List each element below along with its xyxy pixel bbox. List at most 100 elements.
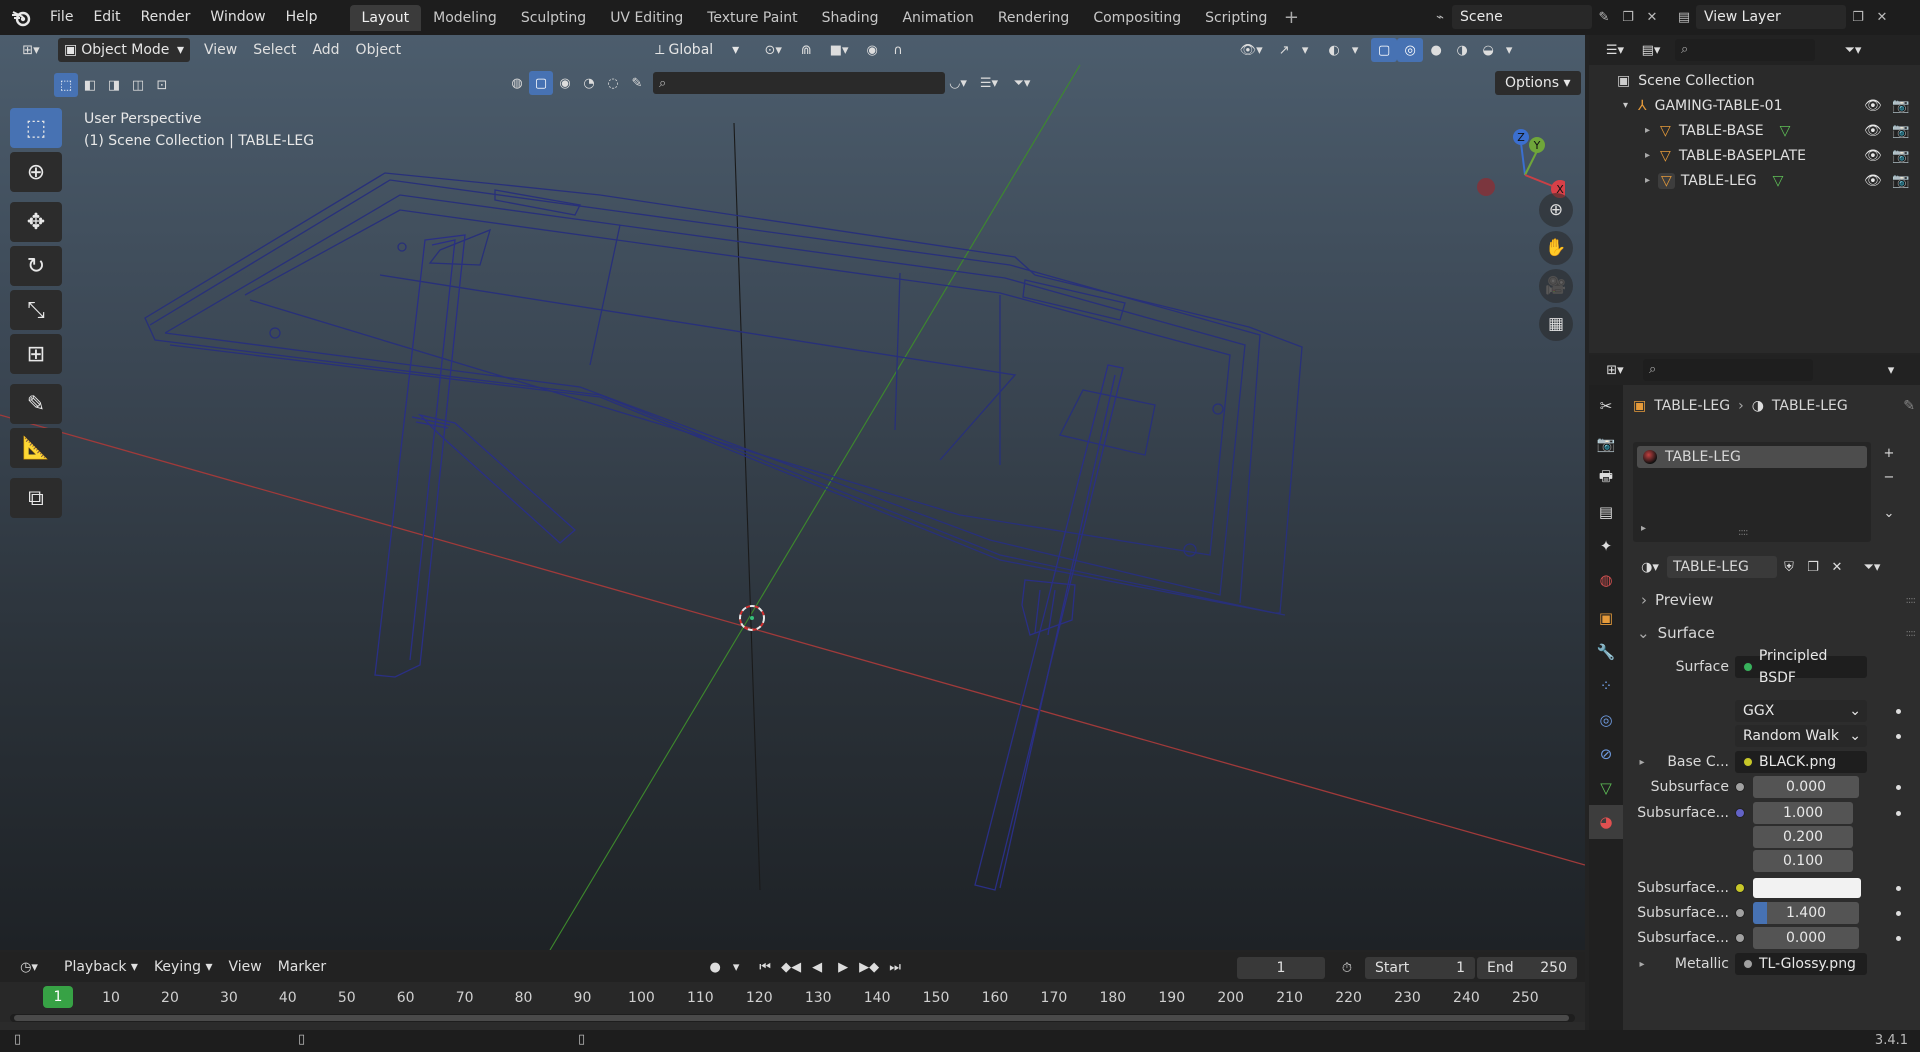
vector-socket-icon[interactable] bbox=[1735, 808, 1745, 818]
object-mode-dropdown[interactable]: ▣ Object Mode ▾ bbox=[58, 38, 190, 62]
outliner-row-table-leg[interactable]: ▸ ▽ TABLE-LEG ▽ 👁 📷 bbox=[1589, 168, 1920, 193]
expand-arrow-icon[interactable]: ▸ bbox=[1633, 757, 1651, 768]
fake-user-icon[interactable]: ⛨ bbox=[1777, 555, 1801, 579]
properties-options-icon[interactable]: ▾ bbox=[1881, 358, 1901, 382]
outliner-row-table-base[interactable]: ▸ ▽ TABLE-BASE ▽ 👁 📷 bbox=[1589, 118, 1920, 143]
mesh-data-icon[interactable]: ▽ bbox=[1780, 123, 1791, 139]
expand-arrow-icon[interactable]: ▸ bbox=[1641, 523, 1646, 534]
material-name-field[interactable]: TABLE-LEG bbox=[1667, 556, 1777, 578]
tab-animation[interactable]: Animation bbox=[890, 5, 985, 31]
select-extend-icon[interactable]: ◧ bbox=[78, 73, 102, 97]
move-tool-icon[interactable]: ✥ bbox=[10, 202, 62, 242]
camera-view-icon[interactable]: 🎥 bbox=[1539, 269, 1573, 303]
base-color-field[interactable]: BLACK.png bbox=[1735, 751, 1867, 773]
end-frame-field[interactable]: End 250 bbox=[1477, 957, 1577, 979]
timeline-scrollbar[interactable] bbox=[10, 1014, 1575, 1022]
zoom-icon[interactable]: ⊕ bbox=[1539, 193, 1573, 227]
filter-icon[interactable]: ⏷▾ bbox=[1007, 71, 1037, 95]
camera-icon[interactable]: 📷 bbox=[1892, 98, 1909, 114]
camera-icon[interactable]: 📷 bbox=[1892, 123, 1909, 139]
menu-select[interactable]: Select bbox=[245, 38, 304, 62]
float-socket-icon[interactable] bbox=[1735, 782, 1745, 792]
tab-layout[interactable]: Layout bbox=[349, 4, 422, 31]
select-subtract-icon[interactable]: ◨ bbox=[102, 73, 126, 97]
current-frame-marker[interactable]: 1 bbox=[43, 986, 73, 1008]
material-slot-item[interactable]: TABLE-LEG bbox=[1637, 446, 1867, 468]
pivot-point-icon[interactable]: ⊙▾ bbox=[753, 38, 793, 62]
preview-range-clock-icon[interactable]: ⏱ bbox=[1334, 956, 1360, 980]
current-frame-field[interactable]: 1 bbox=[1237, 957, 1325, 979]
outliner-row-scene-collection[interactable]: ▣ Scene Collection bbox=[1589, 68, 1920, 93]
keyframe-dot-icon[interactable] bbox=[1896, 885, 1901, 891]
xray-icon[interactable]: ▢ bbox=[1371, 38, 1398, 62]
close-scene-icon[interactable]: ✕ bbox=[1640, 5, 1664, 29]
outliner-row-table-baseplate[interactable]: ▸ ▽ TABLE-BASEPLATE 👁 📷 bbox=[1589, 143, 1920, 168]
material-shading-icon[interactable]: ◑ bbox=[1449, 38, 1475, 62]
scene-tab-icon[interactable]: ✦ bbox=[1589, 529, 1623, 563]
shading-dropdown-icon[interactable]: ▾ bbox=[1501, 38, 1517, 62]
viewport-search-input[interactable]: ⌕ bbox=[653, 72, 945, 94]
tab-scripting[interactable]: Scripting bbox=[1193, 5, 1279, 31]
scale-tool-icon[interactable]: ⤡ bbox=[10, 290, 62, 330]
scene-icon[interactable]: ⌁ bbox=[1428, 5, 1452, 29]
gizmo-dropdown-icon[interactable]: ▾ bbox=[1297, 38, 1313, 62]
tab-texture-paint[interactable]: Texture Paint bbox=[695, 5, 809, 31]
expand-arrow-icon[interactable]: ▸ bbox=[1645, 150, 1650, 161]
subsurface-radius-z[interactable]: 0.100 bbox=[1753, 850, 1853, 872]
select-box-tool-icon[interactable]: ⬚ bbox=[10, 108, 62, 148]
expand-arrow-icon[interactable]: ▸ bbox=[1645, 125, 1650, 136]
preview-panel-header[interactable]: › Preview :::: bbox=[1633, 587, 1916, 613]
new-scene-icon[interactable]: ❐ bbox=[1616, 5, 1640, 29]
outliner-row-collection[interactable]: ▾ ⅄ GAMING-TABLE-01 👁 📷 bbox=[1589, 93, 1920, 118]
snap-target-icon[interactable]: ■▾ bbox=[819, 38, 859, 62]
3d-viewport[interactable]: ⊞▾ ▣ Object Mode ▾ View Select Add Objec… bbox=[0, 35, 1585, 950]
record-dropdown-icon[interactable]: ▾ bbox=[728, 955, 744, 979]
start-frame-field[interactable]: Start 1 bbox=[1365, 957, 1475, 979]
view-layer-field[interactable]: View Layer bbox=[1696, 5, 1846, 29]
scene-field[interactable]: Scene bbox=[1452, 5, 1592, 29]
subsurface-method-dropdown[interactable]: Random Walk ⌄ bbox=[1735, 725, 1867, 747]
outliner-filter-icon[interactable]: ⏷▾ bbox=[1835, 38, 1871, 62]
expand-arrow-icon[interactable]: ▸ bbox=[1645, 175, 1650, 186]
object-filter-icon[interactable]: ▢ bbox=[529, 71, 553, 95]
add-workspace-icon[interactable]: + bbox=[1279, 7, 1303, 28]
view-layer-icon[interactable]: ▤ bbox=[1672, 5, 1696, 29]
view-dropdown-icon[interactable]: ◡▾ bbox=[945, 71, 971, 95]
output-tab-icon[interactable]: 🖶 bbox=[1589, 461, 1623, 495]
subsurface-ior-value[interactable]: 1.400 bbox=[1753, 902, 1859, 924]
object-tab-icon[interactable]: ▣ bbox=[1589, 601, 1623, 635]
menu-view[interactable]: View bbox=[196, 38, 245, 62]
tab-rendering[interactable]: Rendering bbox=[986, 5, 1082, 31]
outliner-search-input[interactable]: ⌕ bbox=[1675, 39, 1815, 61]
menu-add[interactable]: Add bbox=[304, 38, 347, 62]
subsurface-value[interactable]: 0.000 bbox=[1753, 776, 1859, 798]
eye-icon[interactable]: 👁 bbox=[1864, 173, 1882, 189]
modifier-tab-icon[interactable]: 🔧 bbox=[1589, 635, 1623, 669]
add-slot-icon[interactable]: + bbox=[1877, 442, 1901, 464]
eye-icon[interactable]: 👁 bbox=[1864, 123, 1882, 139]
add-cube-tool-icon[interactable]: ⧉ bbox=[10, 478, 62, 518]
render-tab-icon[interactable]: 📷 bbox=[1589, 427, 1623, 461]
duplicate-material-icon[interactable]: ❐ bbox=[1801, 555, 1825, 579]
solid-shading-icon[interactable]: ● bbox=[1423, 38, 1449, 62]
float-socket-icon[interactable] bbox=[1735, 933, 1745, 943]
brush-filter-icon[interactable]: ✎ bbox=[625, 71, 649, 95]
properties-editor-type-icon[interactable]: ⊞▾ bbox=[1597, 358, 1633, 382]
resize-handle-icon[interactable]: :::: bbox=[1738, 527, 1749, 538]
list-view-icon[interactable]: ☰▾ bbox=[971, 71, 1007, 95]
annotate-tool-icon[interactable]: ✎ bbox=[10, 384, 62, 424]
wireframe-shading-icon[interactable]: ◎ bbox=[1397, 38, 1424, 62]
new-view-layer-icon[interactable]: ❐ bbox=[1846, 5, 1870, 29]
subsurface-radius-y[interactable]: 0.200 bbox=[1753, 826, 1853, 848]
record-icon[interactable]: ● bbox=[702, 955, 728, 979]
select-new-icon[interactable]: ⬚ bbox=[54, 73, 78, 97]
next-keyframe-icon[interactable]: ▶◆ bbox=[856, 955, 882, 979]
transform-tool-icon[interactable]: ⊞ bbox=[10, 334, 62, 374]
surface-shader-field[interactable]: Principled BSDF bbox=[1735, 648, 1867, 686]
select-invert-icon[interactable]: ◫ bbox=[126, 73, 150, 97]
eye-icon[interactable]: 👁 bbox=[1864, 148, 1882, 164]
gizmo-icon[interactable]: ↗ bbox=[1271, 38, 1297, 62]
menu-window[interactable]: Window bbox=[200, 0, 275, 35]
slot-menu-icon[interactable]: ⌄ bbox=[1877, 502, 1901, 524]
subsurface-color-swatch[interactable] bbox=[1753, 878, 1861, 898]
